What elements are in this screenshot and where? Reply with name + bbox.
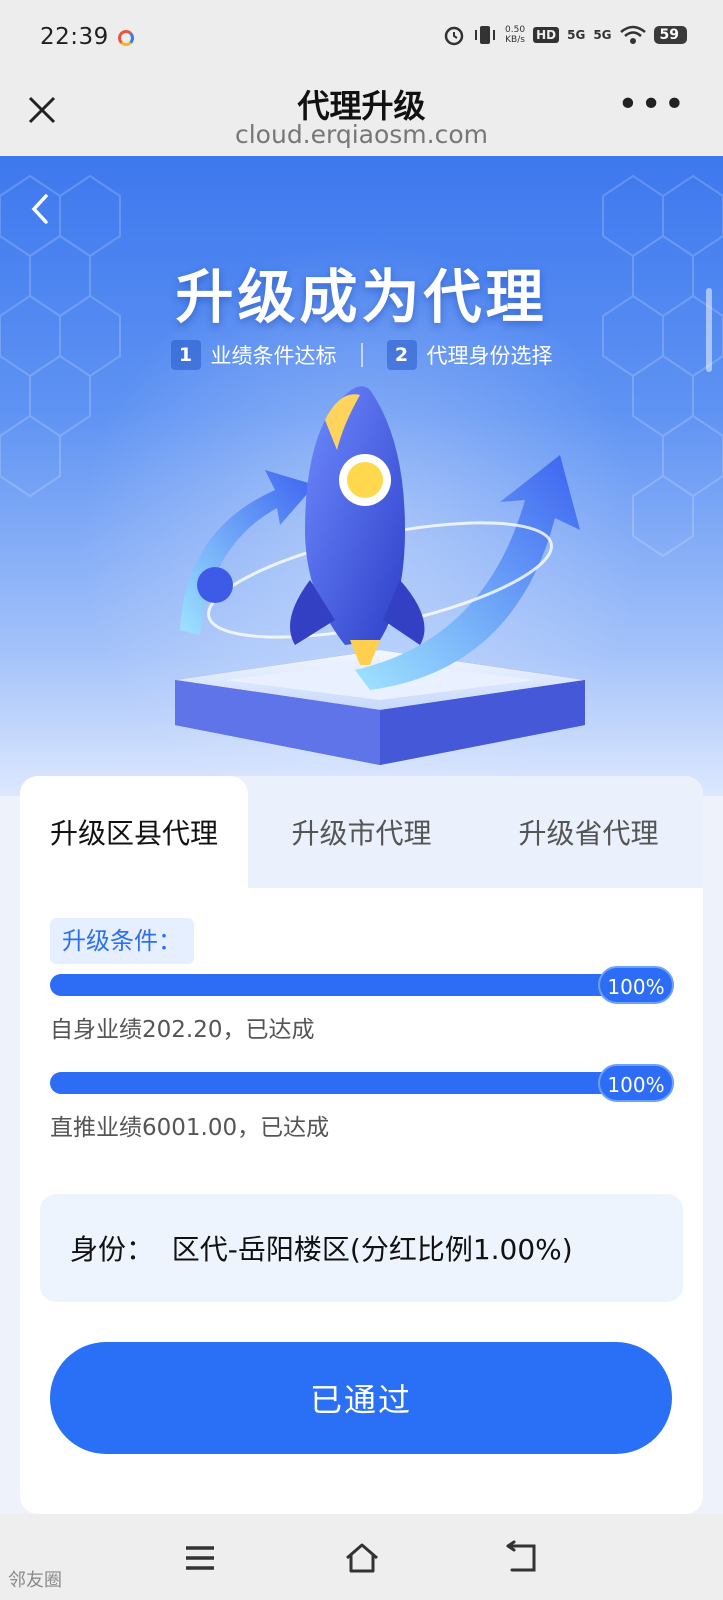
step-number: 2: [386, 340, 417, 370]
tab-city-agent[interactable]: 升级市代理: [248, 776, 475, 888]
net-speed-value: 0.50: [505, 25, 526, 35]
app-notification-icon: [118, 30, 134, 46]
status-icons: 0.50 KB/s HD 5G 5G 59: [443, 24, 687, 46]
hd-icon: HD: [533, 27, 560, 43]
home-icon[interactable]: [342, 1538, 382, 1578]
back-nav-icon[interactable]: [502, 1538, 542, 1578]
identity-box: 身份： 区代-岳阳楼区(分红比例1.00%): [40, 1194, 683, 1302]
upgrade-steps: 1 业绩条件达标 2 代理身份选择: [0, 340, 723, 370]
hero-title: 升级成为代理: [175, 263, 548, 331]
conditions-badge: 升级条件：: [50, 918, 194, 964]
identity-text: 身份： 区代-岳阳楼区(分红比例1.00%): [70, 1233, 573, 1266]
progress-percent: 100%: [598, 966, 674, 1004]
wifi-icon: [619, 25, 646, 44]
page-url: cloud.erqiaosm.com: [234, 120, 488, 149]
step-2: 2 代理身份选择: [386, 340, 553, 370]
step-number: 1: [170, 340, 201, 370]
step-label: 业绩条件达标: [210, 344, 337, 368]
step-divider: [360, 343, 363, 367]
personal-performance-label: 自身业绩202.20，已达成: [50, 1017, 315, 1043]
signal-5g-icon-2: 5G: [593, 28, 612, 42]
hero-banner: 升级成为代理 1 业绩条件达标 2 代理身份选择: [0, 156, 723, 796]
signal-5g-icon: 5G: [567, 28, 586, 42]
status-bar: 22:39 0.50 KB/s HD 5G 5G 59: [0, 0, 723, 78]
status-time: 22:39: [40, 24, 109, 50]
watermark-logo: 邻友圈: [8, 1570, 62, 1591]
progress-fill: [50, 974, 674, 996]
system-nav-bar: [0, 1514, 723, 1600]
net-speed-unit: KB/s: [505, 35, 525, 45]
menu-icon[interactable]: [180, 1538, 220, 1578]
back-icon[interactable]: [26, 192, 62, 228]
progress-fill: [50, 1072, 674, 1094]
upgrade-card: 升级区县代理 升级市代理 升级省代理 升级条件： 100% 自身业绩202.20…: [20, 776, 703, 1514]
agent-level-tabs: 升级区县代理 升级市代理 升级省代理: [20, 776, 703, 888]
rocket-illustration: [175, 386, 585, 765]
alarm-icon: [444, 26, 464, 46]
progress-bar-direct: 100%: [50, 1064, 674, 1102]
battery-icon: 59: [653, 26, 687, 44]
progress-bar-personal: 100%: [50, 966, 674, 1004]
vibrate-icon: [475, 26, 496, 44]
scrollbar[interactable]: [706, 288, 712, 372]
browser-nav-bar: 代理升级 cloud.erqiaosm.com •••: [0, 78, 723, 156]
step-1: 1 业绩条件达标: [170, 340, 337, 370]
direct-performance-label: 直推业绩6001.00，已达成: [50, 1115, 330, 1141]
net-speed: 0.50 KB/s: [505, 25, 525, 45]
tab-province-agent[interactable]: 升级省代理: [475, 776, 702, 888]
progress-percent: 100%: [598, 1064, 674, 1102]
passed-button[interactable]: 已通过: [50, 1342, 672, 1454]
more-options-icon[interactable]: •••: [617, 84, 687, 125]
step-label: 代理身份选择: [426, 344, 553, 368]
tab-district-agent[interactable]: 升级区县代理: [20, 776, 248, 888]
